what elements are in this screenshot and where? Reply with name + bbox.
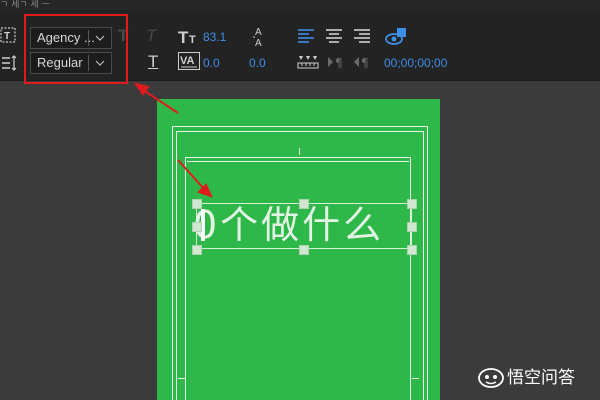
annotation-arrows	[133, 82, 213, 198]
watermark-text: 悟空问答	[507, 368, 575, 388]
watermark-logo-icon	[478, 368, 504, 388]
watermark: 悟空问答	[478, 364, 575, 392]
